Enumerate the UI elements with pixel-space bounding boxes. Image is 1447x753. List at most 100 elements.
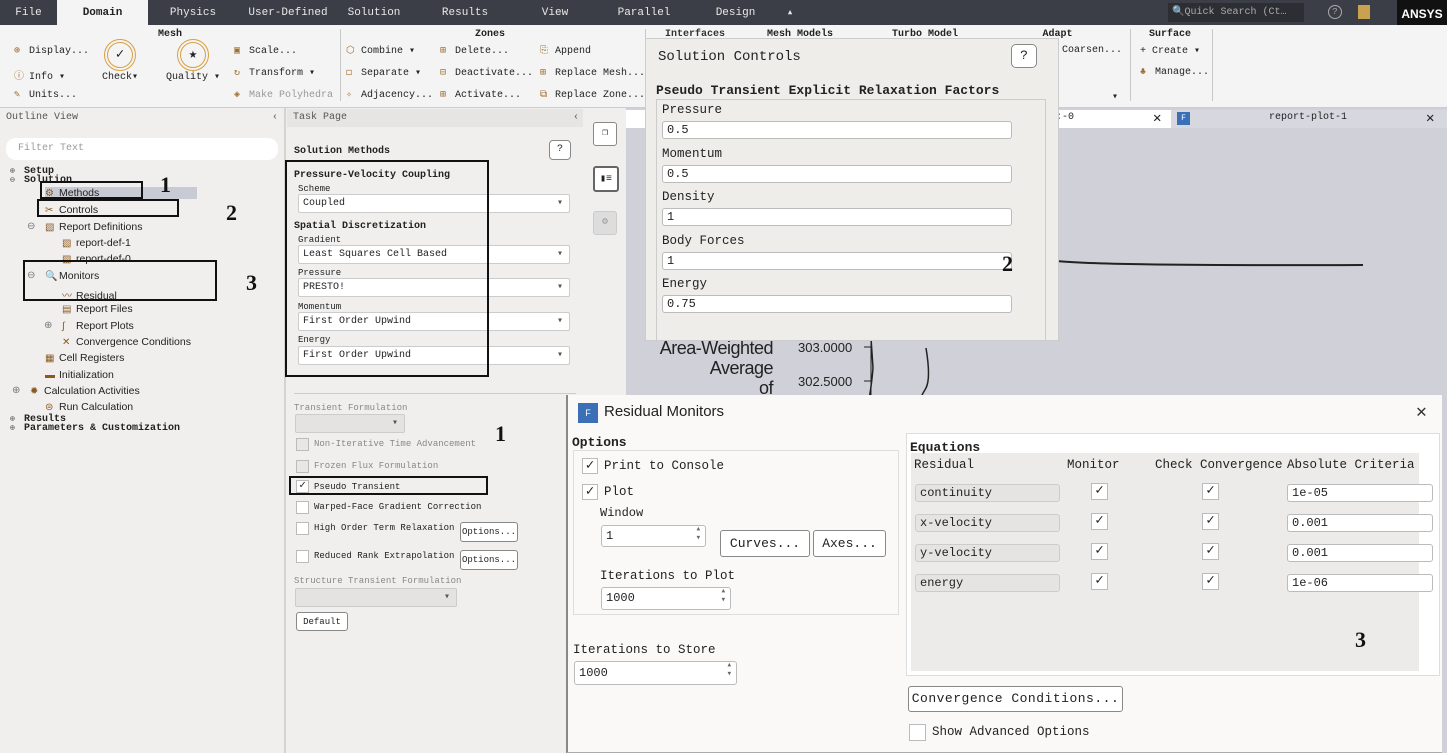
show-advanced-checkbox[interactable] bbox=[909, 724, 926, 741]
plot-checkbox[interactable]: ✓ bbox=[582, 484, 598, 500]
absolute-criteria-input[interactable]: 0.001 bbox=[1287, 544, 1433, 562]
menu-tab-design[interactable]: Design bbox=[698, 0, 773, 25]
check-convergence-checkbox[interactable]: ✓ bbox=[1202, 513, 1219, 530]
iterations-to-plot-spinner[interactable]: 1000 bbox=[601, 587, 731, 610]
print-console-checkbox[interactable]: ✓ bbox=[582, 458, 598, 474]
convergence-conditions-button[interactable]: Convergence Conditions... bbox=[908, 686, 1123, 712]
units-button[interactable]: ✎ Units... bbox=[14, 89, 77, 101]
tree-item-convergence-conditions[interactable]: ✕ Convergence Conditions bbox=[62, 336, 191, 348]
absolute-criteria-input[interactable]: 1e-06 bbox=[1287, 574, 1433, 592]
check-convergence-checkbox[interactable]: ✓ bbox=[1202, 573, 1219, 590]
scale-button[interactable]: ▣ Scale... bbox=[234, 45, 297, 57]
menu-tab-physics[interactable]: Physics bbox=[148, 0, 238, 25]
check-convergence-checkbox[interactable]: ✓ bbox=[1202, 543, 1219, 560]
properties-view-button[interactable]: ▮≡ bbox=[593, 166, 619, 192]
copy-icon: ❐ bbox=[601, 128, 609, 139]
tree-item-report-def-1[interactable]: ▧ report-def-1 bbox=[62, 237, 131, 249]
tree-item-calculation-activities[interactable]: ⊕ ✹ Calculation Activities bbox=[12, 385, 140, 397]
window-spinner[interactable]: 1 bbox=[601, 525, 706, 547]
separate-button[interactable]: ◻ Separate ▾ bbox=[346, 67, 421, 79]
axes-button[interactable]: Axes... bbox=[813, 530, 886, 557]
activate-button[interactable]: ⊞ Activate... bbox=[440, 89, 521, 101]
adjacency-button[interactable]: ✧ Adjacency... bbox=[346, 89, 433, 101]
iterations-to-store-spinner[interactable]: 1000 bbox=[574, 661, 737, 685]
info-button[interactable]: ⓘ Info ▾ bbox=[14, 67, 65, 83]
settings-view-button[interactable]: ⚙ bbox=[593, 211, 617, 235]
check-button[interactable]: ✓ Check▾ bbox=[102, 39, 138, 83]
tree-item-report-files[interactable]: ▤ Report Files bbox=[62, 303, 133, 315]
deactivate-button[interactable]: ⊟ Deactivate... bbox=[440, 67, 533, 79]
expand-toggle-icon[interactable]: ⊖ bbox=[27, 221, 35, 232]
menu-tab-file[interactable]: File bbox=[0, 0, 57, 25]
close-icon[interactable]: ✕ bbox=[1416, 401, 1427, 423]
help-button[interactable]: ? bbox=[549, 140, 571, 160]
annotation-box bbox=[285, 160, 489, 377]
make-polyhedra-button[interactable]: ◈ Make Polyhedra bbox=[234, 89, 333, 101]
search-box[interactable]: 🔍Quick Search (Ct… bbox=[1168, 3, 1304, 22]
collapse-task-icon[interactable]: ‹ bbox=[573, 109, 579, 127]
nita-checkbox[interactable] bbox=[296, 438, 309, 451]
tab-report-plot-1[interactable]: Freport-plot-1 ✕ bbox=[1171, 110, 1447, 128]
close-tab-icon[interactable]: ✕ bbox=[1426, 110, 1434, 127]
copy-view-button[interactable]: ❐ bbox=[593, 122, 617, 146]
layout-icon[interactable] bbox=[1358, 5, 1370, 19]
tree-item-report-plots[interactable]: ⊕ ∫ Report Plots bbox=[44, 320, 134, 332]
expand-toggle-icon[interactable]: ⊖ bbox=[10, 175, 24, 185]
display-button[interactable]: ⊕ Display... bbox=[14, 45, 89, 57]
quality-button[interactable]: ★ Quality ▾ bbox=[166, 39, 220, 83]
tree-item-run-calculation[interactable]: ⊜ Run Calculation bbox=[45, 401, 133, 413]
pressure-relaxation-input[interactable]: 0.5 bbox=[662, 121, 1012, 139]
menu-tab-view[interactable]: View bbox=[520, 0, 590, 25]
absolute-criteria-input[interactable]: 1e-05 bbox=[1287, 484, 1433, 502]
menu-tab-user-defined[interactable]: User-Defined bbox=[238, 0, 338, 25]
hotr-options-button[interactable]: Options... bbox=[460, 522, 518, 542]
check-convergence-checkbox[interactable]: ✓ bbox=[1202, 483, 1219, 500]
body-forces-relaxation-input[interactable]: 1 bbox=[662, 251, 1012, 270]
expand-toggle-icon[interactable]: ⊕ bbox=[12, 385, 20, 396]
coarsen-button[interactable]: Coarsen... bbox=[1062, 45, 1122, 56]
menu-tab-parallel[interactable]: Parallel bbox=[590, 0, 698, 25]
help-button[interactable]: ? bbox=[1011, 44, 1037, 68]
adapt-dropdown[interactable]: ▾ bbox=[1112, 91, 1118, 103]
monitor-checkbox[interactable]: ✓ bbox=[1091, 513, 1108, 530]
tree-item-report-definitions[interactable]: ⊖ ▧ Report Definitions bbox=[27, 221, 142, 233]
expand-toggle-icon[interactable]: ⊕ bbox=[10, 423, 24, 433]
collapse-panel-icon[interactable]: ‹ bbox=[272, 109, 278, 127]
monitor-checkbox[interactable]: ✓ bbox=[1091, 573, 1108, 590]
menu-tab-results[interactable]: Results bbox=[410, 0, 520, 25]
help-icon[interactable]: ? bbox=[1328, 5, 1342, 19]
rre-checkbox[interactable] bbox=[296, 550, 309, 563]
menu-tab-domain[interactable]: Domain bbox=[57, 0, 148, 25]
rre-options-button[interactable]: Options... bbox=[460, 550, 518, 570]
monitor-checkbox[interactable]: ✓ bbox=[1091, 483, 1108, 500]
create-surface-button[interactable]: + Create ▾ bbox=[1140, 45, 1200, 57]
transform-button[interactable]: ↻ Transform ▾ bbox=[234, 67, 315, 79]
energy-relaxation-input[interactable]: 0.75 bbox=[662, 295, 1012, 313]
delete-button[interactable]: ⊞ Delete... bbox=[440, 45, 509, 57]
append-button[interactable]: ⎘ Append bbox=[540, 45, 591, 57]
replace-mesh-button[interactable]: ⊞ Replace Mesh... bbox=[540, 67, 645, 79]
default-button[interactable]: Default bbox=[296, 612, 348, 631]
structure-transient-select[interactable] bbox=[295, 588, 457, 607]
combine-button[interactable]: ⬡ Combine ▾ bbox=[346, 45, 415, 57]
replace-zone-button[interactable]: ⧉ Replace Zone... bbox=[540, 89, 645, 101]
hotr-checkbox[interactable] bbox=[296, 522, 309, 535]
density-relaxation-input[interactable]: 1 bbox=[662, 208, 1012, 226]
monitor-checkbox[interactable]: ✓ bbox=[1091, 543, 1108, 560]
close-tab-icon[interactable]: ✕ bbox=[1153, 110, 1161, 127]
tree-item-initialization[interactable]: ▬ Initialization bbox=[45, 369, 114, 381]
expand-toggle-icon[interactable]: ⊕ bbox=[44, 320, 52, 331]
tree-item-cell-registers[interactable]: ▦ Cell Registers bbox=[45, 352, 124, 364]
tree-item-parameters-customization[interactable]: ⊕ Parameters & Customization bbox=[10, 423, 180, 434]
absolute-criteria-input[interactable]: 0.001 bbox=[1287, 514, 1433, 532]
frozen-flux-checkbox[interactable] bbox=[296, 460, 309, 473]
filter-input[interactable]: Filter Text bbox=[6, 138, 278, 160]
collapse-ribbon-icon[interactable]: ▴ bbox=[780, 0, 800, 25]
curves-button[interactable]: Curves... bbox=[720, 530, 810, 557]
momentum-relaxation-input[interactable]: 0.5 bbox=[662, 164, 1012, 183]
menu-tab-solution[interactable]: Solution bbox=[338, 0, 410, 25]
quality-icon: ★ bbox=[177, 39, 210, 71]
warped-face-checkbox[interactable] bbox=[296, 501, 309, 514]
transient-formulation-select[interactable] bbox=[295, 414, 405, 433]
manage-surface-button[interactable]: ♣ Manage... bbox=[1140, 67, 1209, 78]
